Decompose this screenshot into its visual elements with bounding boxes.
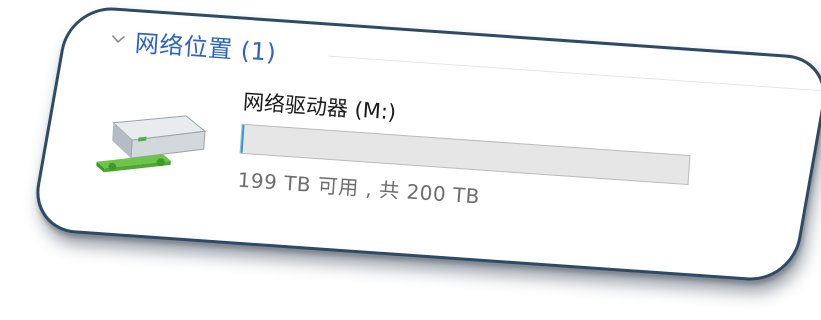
- drive-capacity-text: 199 TB 可用 , 共 200 TB: [236, 167, 481, 209]
- group-title: 网络位置 (1): [134, 28, 278, 67]
- drive-name: 网络驱动器 (M:): [242, 89, 397, 125]
- group-divider: [328, 55, 821, 93]
- screenshot-stage: 网络位置 (1) 网络驱动器 (M:) 199 TB 可用 , 共 200 TB: [0, 0, 821, 320]
- usage-bar-fill: [240, 124, 245, 153]
- group-header-network-locations[interactable]: 网络位置 (1): [108, 18, 278, 70]
- network-drive-icon: [96, 115, 207, 173]
- chevron-down-icon[interactable]: [109, 29, 128, 48]
- network-drive-item[interactable]: 网络驱动器 (M:) 199 TB 可用 , 共 200 TB: [88, 76, 715, 239]
- panel-content: 网络位置 (1) 网络驱动器 (M:) 199 TB 可用 , 共 200 TB: [56, 8, 821, 282]
- explorer-panel: 网络位置 (1) 网络驱动器 (M:) 199 TB 可用 , 共 200 TB: [29, 4, 821, 284]
